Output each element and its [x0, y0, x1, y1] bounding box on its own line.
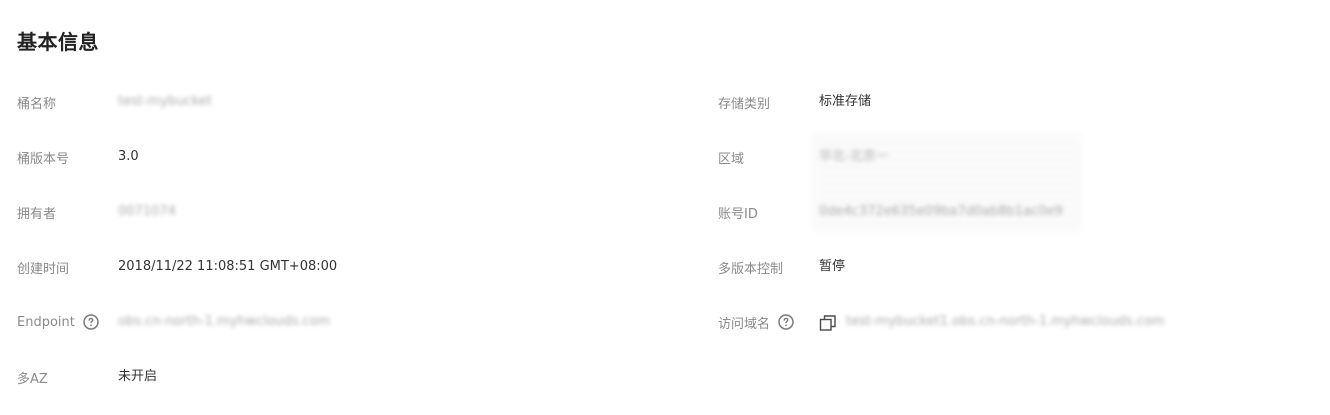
copy-icon[interactable]: [819, 314, 837, 332]
region-label: 区域: [718, 151, 745, 167]
owner-value: 0071074: [118, 204, 176, 219]
versioning-value: 暂停: [819, 259, 846, 274]
endpoint-value: obs.cn-north-1.myhwclouds.com: [118, 314, 331, 329]
multi-az-label: 多AZ: [17, 371, 48, 387]
bucket-version-label: 桶版本号: [17, 151, 70, 167]
bucket-version-value: 3.0: [118, 149, 139, 164]
domain-label: 访问域名: [718, 316, 771, 332]
account-id-label: 账号ID: [718, 206, 758, 222]
domain-value: test-mybucket1.obs.cn-north-1.myhwclouds…: [846, 314, 1165, 329]
owner-label: 拥有者: [17, 206, 57, 222]
question-circle-icon[interactable]: [83, 314, 99, 330]
storage-class-value: 标准存储: [819, 94, 872, 109]
question-circle-icon[interactable]: [778, 314, 794, 330]
bucket-name-value: test-mybucket: [118, 94, 212, 109]
multi-az-value: 未开启: [118, 369, 158, 384]
bucket-name-label: 桶名称: [17, 96, 57, 112]
storage-class-label: 存储类别: [718, 96, 771, 112]
domain-label-row: 访问域名: [718, 311, 794, 333]
section-title: 基本信息: [17, 30, 99, 54]
versioning-label: 多版本控制: [718, 261, 784, 277]
created-time-value: 2018/11/22 11:08:51 GMT+08:00: [118, 259, 338, 274]
endpoint-label-row: Endpoint: [17, 311, 99, 333]
created-time-label: 创建时间: [17, 261, 70, 277]
endpoint-label: Endpoint: [17, 314, 75, 330]
account-id-value: 0de4c372e635e09ba7d0ab8b1ac0e9: [819, 204, 1063, 219]
